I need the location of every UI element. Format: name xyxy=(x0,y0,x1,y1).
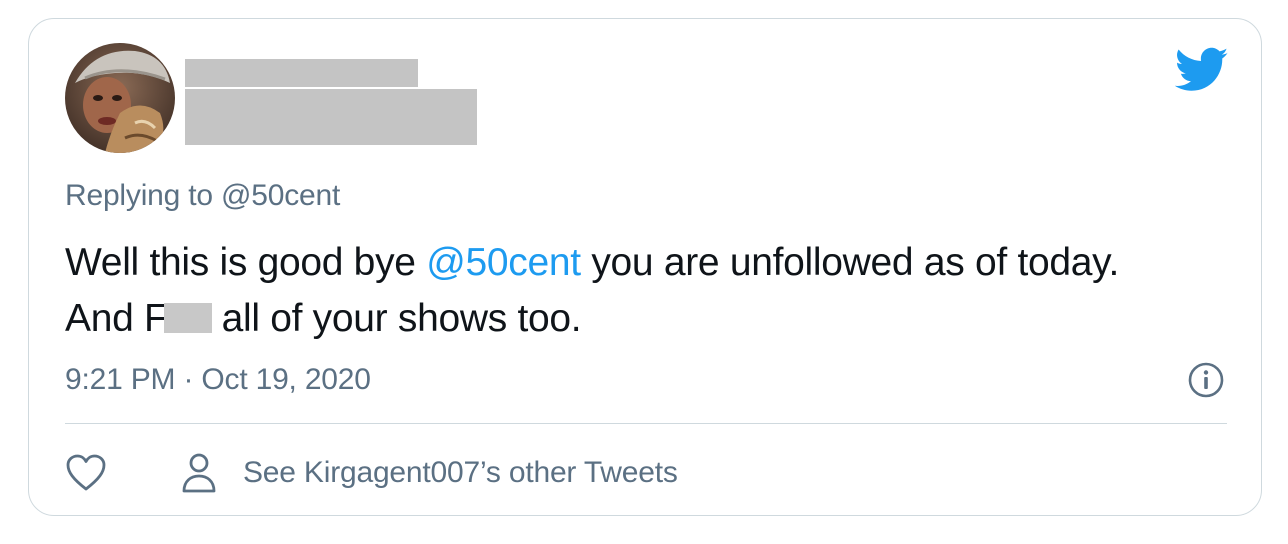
censor-block xyxy=(163,303,212,333)
divider xyxy=(65,423,1227,424)
heart-icon[interactable] xyxy=(65,453,107,493)
person-icon xyxy=(182,453,216,493)
see-other-tweets-label: See Kirgagent007’s other Tweets xyxy=(243,456,678,489)
tweet-text-part1: Well this is good bye xyxy=(65,241,427,284)
avatar[interactable] xyxy=(65,43,175,153)
redacted-username xyxy=(185,89,477,145)
tweet-text-part3: all of your shows too. xyxy=(221,297,582,340)
tweet-text: Well this is good bye @50cent you are un… xyxy=(65,235,1185,347)
info-icon[interactable] xyxy=(1187,361,1225,399)
mention-link[interactable]: @50cent xyxy=(426,241,581,284)
redacted-display-name xyxy=(185,59,418,87)
twitter-bird-icon[interactable] xyxy=(1175,47,1229,93)
replying-prefix: Replying to xyxy=(65,179,222,212)
avatar-image xyxy=(65,43,175,153)
tweet-card: Replying to @50cent Well this is good by… xyxy=(28,18,1262,516)
replying-handle-link[interactable]: @50cent xyxy=(221,179,340,212)
see-other-tweets-link[interactable]: See Kirgagent007’s other Tweets xyxy=(179,449,678,497)
replying-to: Replying to @50cent xyxy=(65,179,340,213)
tweet-timestamp[interactable]: 9:21 PM · Oct 19, 2020 xyxy=(65,363,371,397)
